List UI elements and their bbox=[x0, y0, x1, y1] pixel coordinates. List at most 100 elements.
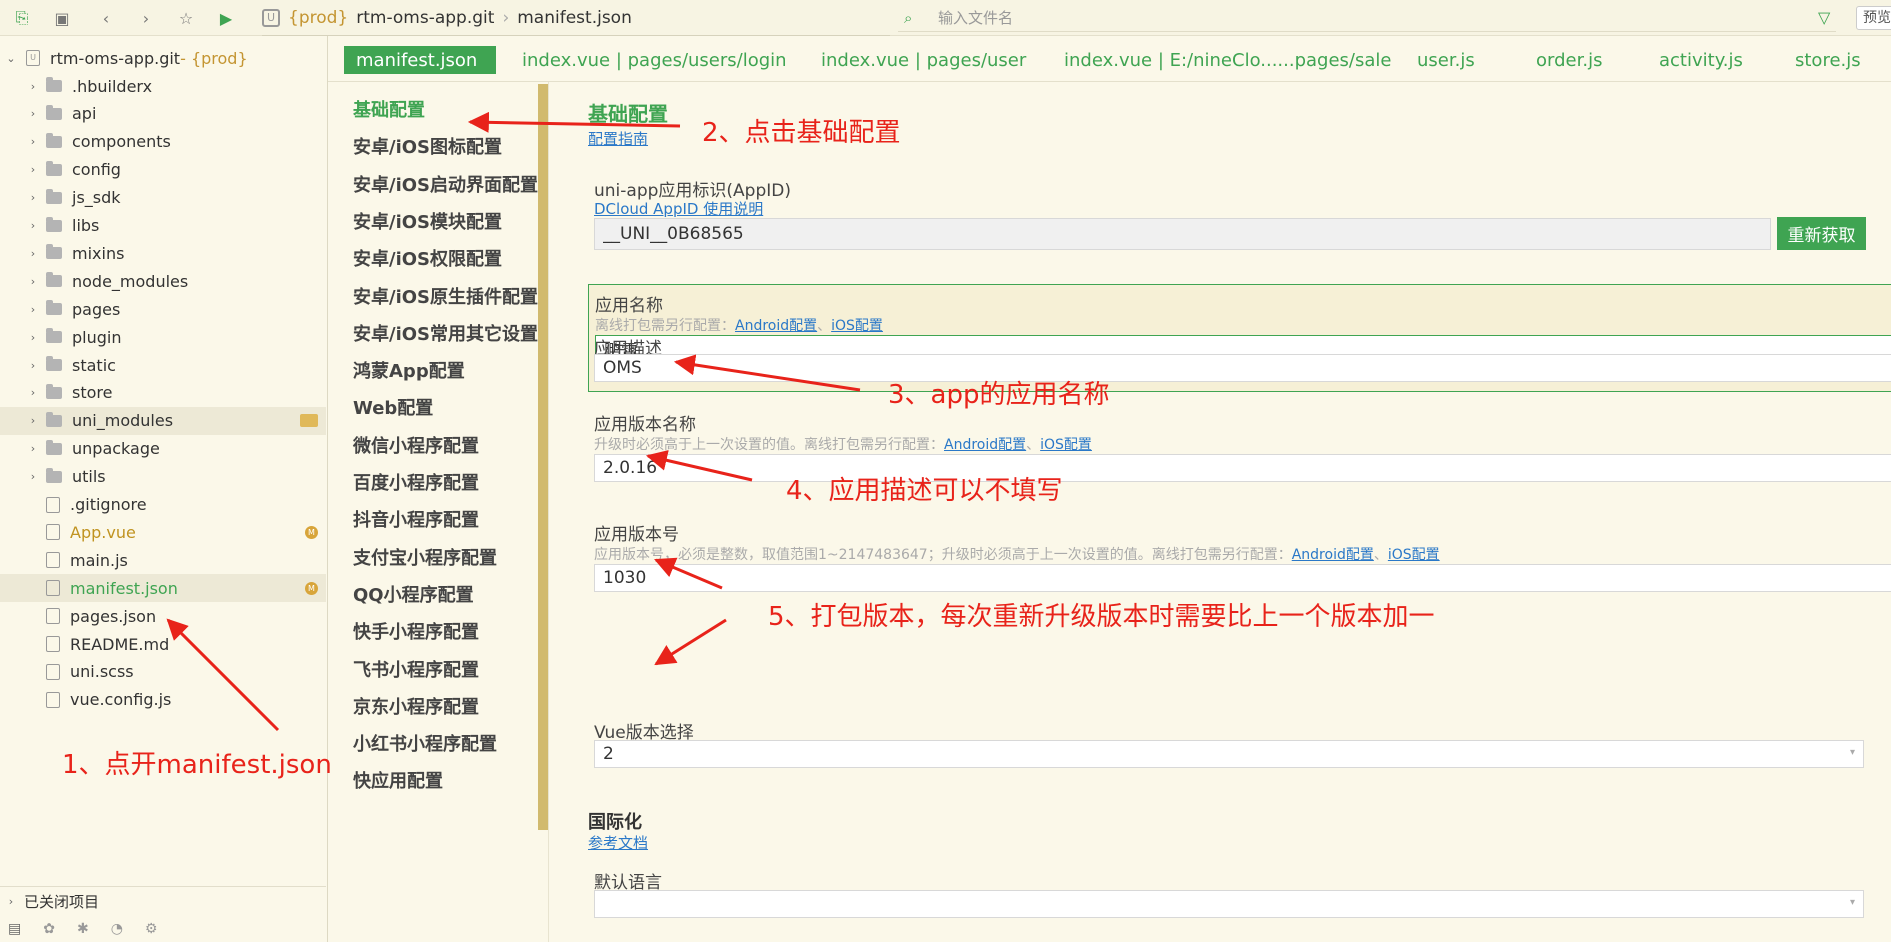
settings-nav-scrollbar[interactable] bbox=[538, 84, 548, 830]
tree-item-config[interactable]: › config bbox=[0, 156, 326, 184]
tab-user-js[interactable]: user.js bbox=[1417, 46, 1475, 74]
open-folder-icon[interactable] bbox=[300, 414, 318, 428]
settings-nav-item-18[interactable]: 快应用配置 bbox=[353, 767, 443, 793]
git-icon[interactable]: ◔ bbox=[111, 921, 123, 937]
version-code-android-link[interactable]: Android配置 bbox=[1292, 547, 1374, 563]
tree-item-mixins[interactable]: › mixins bbox=[0, 239, 326, 267]
settings-nav-item-11[interactable]: 抖音小程序配置 bbox=[353, 506, 479, 532]
breadcrumb-prod[interactable]: {prod} bbox=[288, 8, 348, 28]
tree-item-pages[interactable]: › pages bbox=[0, 295, 326, 323]
version-name-ios-link[interactable]: iOS配置 bbox=[1040, 437, 1092, 453]
preview-button[interactable]: 预览 bbox=[1856, 6, 1891, 30]
settings-nav-item-5[interactable]: 安卓/iOS原生插件配置 bbox=[353, 283, 538, 309]
filter-icon[interactable]: ▽ bbox=[1818, 8, 1830, 27]
tab-index-vue-sale[interactable]: index.vue | E:/nineClo......pages/sale bbox=[1064, 46, 1391, 74]
app-name-android-link[interactable]: Android配置 bbox=[735, 318, 817, 334]
back-icon[interactable]: ‹ bbox=[96, 8, 116, 28]
save-icon[interactable]: ▣ bbox=[52, 8, 72, 28]
run-icon[interactable]: ▶ bbox=[216, 8, 236, 28]
settings-nav-item-17[interactable]: 小红书小程序配置 bbox=[353, 730, 497, 756]
tree-item-manifest-json[interactable]: manifest.json M bbox=[0, 574, 326, 603]
version-name-android-link[interactable]: Android配置 bbox=[944, 437, 1026, 453]
refresh-appid-button[interactable]: 重新获取 bbox=[1777, 217, 1866, 250]
tree-item-utils[interactable]: › utils bbox=[0, 463, 326, 491]
settings-icon[interactable]: ⚙ bbox=[145, 921, 158, 937]
tree-item-main-js[interactable]: main.js bbox=[0, 546, 326, 574]
app-name-ios-link[interactable]: iOS配置 bbox=[831, 318, 883, 334]
default-language-select[interactable]: ▾ bbox=[594, 890, 1864, 918]
tree-item-gitignore[interactable]: .gitignore bbox=[0, 491, 326, 519]
tree-item-libs[interactable]: › libs bbox=[0, 212, 326, 240]
settings-nav-item-3[interactable]: 安卓/iOS模块配置 bbox=[353, 208, 502, 234]
app-desc-input[interactable] bbox=[594, 354, 1891, 382]
chevron-right-icon[interactable]: › bbox=[26, 275, 40, 288]
settings-nav-item-13[interactable]: QQ小程序配置 bbox=[353, 581, 474, 607]
tree-item-uni-modules[interactable]: › uni_modules bbox=[0, 406, 326, 435]
settings-nav-item-15[interactable]: 飞书小程序配置 bbox=[353, 656, 479, 682]
tab-index-vue-user[interactable]: index.vue | pages/user bbox=[821, 46, 1026, 74]
tree-item-plugin[interactable]: › plugin bbox=[0, 323, 326, 351]
config-guide-link[interactable]: 配置指南 bbox=[588, 128, 648, 149]
star-icon[interactable]: ☆ bbox=[176, 8, 196, 28]
closed-projects[interactable]: › 已关闭项目 bbox=[0, 886, 326, 916]
settings-nav-item-2[interactable]: 安卓/iOS启动界面配置 bbox=[353, 171, 538, 197]
settings-nav-item-12[interactable]: 支付宝小程序配置 bbox=[353, 544, 497, 570]
tab-index-vue-login[interactable]: index.vue | pages/users/login bbox=[522, 46, 787, 74]
chevron-right-icon[interactable]: › bbox=[4, 895, 18, 908]
breadcrumb-project[interactable]: rtm-oms-app.git bbox=[356, 8, 494, 28]
settings-nav-item-10[interactable]: 百度小程序配置 bbox=[353, 469, 479, 495]
chevron-right-icon[interactable]: › bbox=[26, 163, 40, 176]
settings-nav-item-7[interactable]: 鸿蒙App配置 bbox=[353, 357, 465, 383]
plugin-icon[interactable]: ✿ bbox=[43, 921, 55, 937]
tree-item-pages-json[interactable]: pages.json bbox=[0, 602, 326, 630]
forward-icon[interactable]: › bbox=[136, 8, 156, 28]
tab-manifest-json[interactable]: manifest.json bbox=[344, 46, 496, 74]
tree-item-readme-md[interactable]: README.md bbox=[0, 630, 326, 658]
settings-nav-item-14[interactable]: 快手小程序配置 bbox=[353, 618, 479, 644]
debug-icon[interactable]: ✱ bbox=[77, 921, 89, 937]
tab-activity-js[interactable]: activity.js bbox=[1659, 46, 1743, 74]
chevron-right-icon[interactable]: › bbox=[26, 414, 40, 427]
project-root[interactable]: ⌄ U rtm-oms-app.git - {prod} bbox=[0, 44, 326, 72]
file-search-input[interactable] bbox=[938, 8, 1738, 27]
tree-item-store[interactable]: › store bbox=[0, 379, 326, 407]
tree-item-hbuilderx[interactable]: › .hbuilderx bbox=[0, 72, 326, 100]
tree-item-uni-scss[interactable]: uni.scss bbox=[0, 658, 326, 686]
chevron-right-icon[interactable]: › bbox=[26, 470, 40, 483]
vue-version-select[interactable]: 2 ▾ bbox=[594, 740, 1864, 768]
tree-item-unpackage[interactable]: › unpackage bbox=[0, 435, 326, 463]
settings-nav-item-0[interactable]: 基础配置 bbox=[353, 96, 425, 122]
chevron-right-icon[interactable]: › bbox=[26, 80, 40, 93]
tab-store-js[interactable]: store.js bbox=[1795, 46, 1861, 74]
settings-nav-item-16[interactable]: 京东小程序配置 bbox=[353, 693, 479, 719]
breadcrumb-file[interactable]: manifest.json bbox=[517, 8, 632, 28]
tree-item-js-sdk[interactable]: › js_sdk bbox=[0, 184, 326, 212]
tab-order-js[interactable]: order.js bbox=[1536, 46, 1602, 74]
version-code-ios-link[interactable]: iOS配置 bbox=[1388, 547, 1440, 563]
new-file-icon[interactable]: ⎘ bbox=[12, 8, 32, 28]
tree-item-api[interactable]: › api bbox=[0, 100, 326, 128]
chevron-right-icon[interactable]: › bbox=[26, 247, 40, 260]
chevron-down-icon[interactable]: ⌄ bbox=[4, 52, 18, 65]
settings-nav-item-8[interactable]: Web配置 bbox=[353, 394, 433, 420]
appid-help-link[interactable]: DCloud AppID 使用说明 bbox=[594, 198, 763, 219]
version-code-input[interactable] bbox=[594, 564, 1891, 592]
chevron-right-icon[interactable]: › bbox=[26, 135, 40, 148]
tree-item-static[interactable]: › static bbox=[0, 351, 326, 379]
tree-item-vue-config-js[interactable]: vue.config.js bbox=[0, 686, 326, 714]
i18n-reference-link[interactable]: 参考文档 bbox=[588, 832, 648, 853]
chevron-right-icon[interactable]: › bbox=[26, 386, 40, 399]
appid-input[interactable] bbox=[594, 218, 1771, 250]
tree-item-components[interactable]: › components bbox=[0, 128, 326, 156]
chevron-right-icon[interactable]: › bbox=[26, 331, 40, 344]
settings-nav-item-1[interactable]: 安卓/iOS图标配置 bbox=[353, 133, 502, 159]
chevron-right-icon[interactable]: › bbox=[26, 359, 40, 372]
settings-nav-item-4[interactable]: 安卓/iOS权限配置 bbox=[353, 245, 502, 271]
chevron-right-icon[interactable]: › bbox=[26, 191, 40, 204]
settings-nav-item-6[interactable]: 安卓/iOS常用其它设置 bbox=[353, 320, 538, 346]
chevron-right-icon[interactable]: › bbox=[26, 303, 40, 316]
chevron-right-icon[interactable]: › bbox=[26, 442, 40, 455]
chevron-right-icon[interactable]: › bbox=[26, 219, 40, 232]
tree-item-app-vue[interactable]: App.vue M bbox=[0, 518, 326, 546]
chevron-right-icon[interactable]: › bbox=[26, 107, 40, 120]
